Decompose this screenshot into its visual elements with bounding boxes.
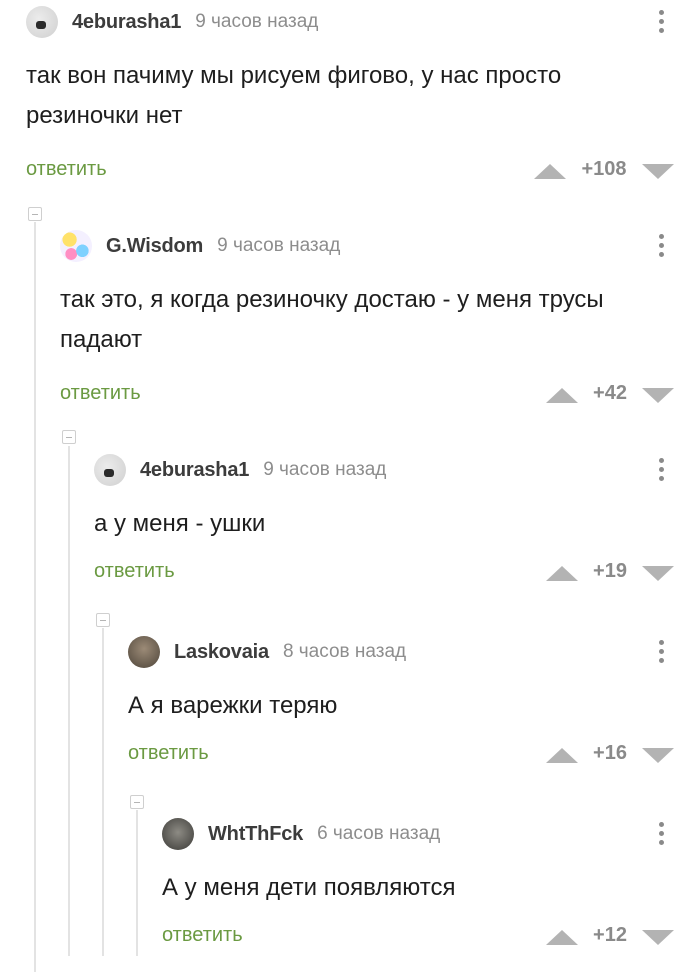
comment-text: А у меня дети появляются <box>162 874 456 901</box>
comment-footer: ответить +16 <box>128 740 700 770</box>
comment-header: 4eburasha1 9 часов назад <box>26 2 700 42</box>
comment-header: Laskovaia 8 часов назад <box>128 632 700 672</box>
comment-text: так это, я когда резиночку достаю - у ме… <box>60 286 604 353</box>
comment-rating: +16 <box>593 742 627 764</box>
downvote-icon[interactable] <box>642 748 674 763</box>
comment-footer: ответить +108 <box>26 156 700 186</box>
comment-rating: +108 <box>581 158 627 180</box>
thread-line <box>102 628 104 956</box>
comment: G.Wisdom 9 часов назад так это, я когда … <box>60 226 700 410</box>
reply-link[interactable]: ответить <box>60 382 141 405</box>
author-name[interactable]: Laskovaia <box>174 641 269 664</box>
comment-text: А я варежки теряю <box>128 692 338 719</box>
comment-rating: +42 <box>593 382 627 404</box>
author-name[interactable]: WhtThFck <box>208 823 303 846</box>
downvote-icon[interactable] <box>642 566 674 581</box>
author-name[interactable]: 4eburasha1 <box>72 11 181 34</box>
collapse-thread-button[interactable] <box>96 613 110 627</box>
downvote-icon[interactable] <box>642 164 674 179</box>
more-options-icon[interactable] <box>658 822 664 848</box>
upvote-icon[interactable] <box>534 164 566 179</box>
colorful-cat-avatar[interactable] <box>60 230 92 262</box>
upvote-icon[interactable] <box>546 930 578 945</box>
comment-header: G.Wisdom 9 часов назад <box>60 226 700 266</box>
reply-link[interactable]: ответить <box>162 924 243 947</box>
comment: WhtThFck 6 часов назад А у меня дети поя… <box>162 814 700 952</box>
thread-line <box>34 222 36 972</box>
more-options-icon[interactable] <box>658 10 664 36</box>
upvote-icon[interactable] <box>546 388 578 403</box>
cheburashka-avatar[interactable] <box>26 6 58 38</box>
comment-time: 8 часов назад <box>282 641 407 662</box>
collapse-thread-button[interactable] <box>62 430 76 444</box>
comment-text: а у меня - ушки <box>94 510 266 537</box>
comment-footer: ответить +19 <box>94 558 700 588</box>
comment: Laskovaia 8 часов назад А я варежки теря… <box>128 632 700 770</box>
comment-time: 9 часов назад <box>263 459 387 480</box>
cheburashka-avatar[interactable] <box>94 454 126 486</box>
collapse-thread-button[interactable] <box>130 795 144 809</box>
comment-rating: +12 <box>593 924 627 946</box>
comment-time: 6 часов назад <box>317 823 441 844</box>
thread-line <box>136 810 138 956</box>
downvote-icon[interactable] <box>642 930 674 945</box>
comment-time: 9 часов назад <box>195 11 319 32</box>
collapse-thread-button[interactable] <box>28 207 42 221</box>
comment-time: 9 часов назад <box>217 235 341 256</box>
more-options-icon[interactable] <box>658 458 664 484</box>
comment-rating: +19 <box>593 560 627 582</box>
thread-line <box>68 446 70 956</box>
photo-avatar[interactable] <box>162 818 194 850</box>
comment-footer: ответить +12 <box>162 922 700 952</box>
comment-header: 4eburasha1 9 часов назад <box>94 450 700 490</box>
comment: 4eburasha1 9 часов назад так вон пачиму … <box>26 2 700 186</box>
upvote-icon[interactable] <box>546 566 578 581</box>
more-options-icon[interactable] <box>658 640 664 666</box>
comment-text: так вон пачиму мы рисуем фигово, у нас п… <box>26 62 562 129</box>
comment-footer: ответить +42 <box>60 380 700 410</box>
reply-link[interactable]: ответить <box>94 560 175 583</box>
author-name[interactable]: 4eburasha1 <box>140 459 249 482</box>
reply-link[interactable]: ответить <box>26 158 107 181</box>
upvote-icon[interactable] <box>546 748 578 763</box>
downvote-icon[interactable] <box>642 388 674 403</box>
more-options-icon[interactable] <box>658 234 664 260</box>
comment-header: WhtThFck 6 часов назад <box>162 814 700 854</box>
author-name[interactable]: G.Wisdom <box>106 235 203 258</box>
photo-avatar[interactable] <box>128 636 160 668</box>
reply-link[interactable]: ответить <box>128 742 209 765</box>
comment: 4eburasha1 9 часов назад а у меня - ушки… <box>94 450 700 588</box>
